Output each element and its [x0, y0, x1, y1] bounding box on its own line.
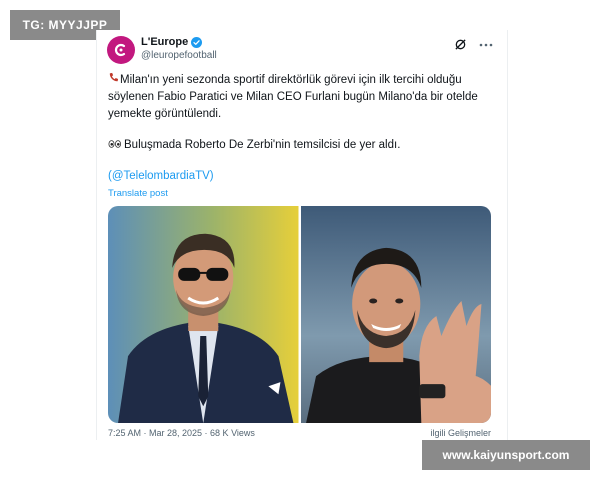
photo-paratici[interactable]: [108, 206, 299, 423]
media-grid: [108, 206, 491, 423]
verified-badge-icon: [191, 36, 203, 48]
tweet-card[interactable]: L'Europe @leuropefootball Milan'ın yeni …: [96, 30, 508, 440]
tweet-actions: [454, 38, 493, 51]
eyes-emoji-icon: [108, 137, 124, 154]
tweet-footer: 7:25 AM · Mar 28, 2025 · 68 K Views ilgi…: [108, 428, 491, 438]
author-row: L'Europe: [141, 36, 203, 48]
photo-de-zerbi[interactable]: [300, 206, 491, 423]
watermark-bottom-right: www.kaiyunsport.com: [422, 440, 590, 470]
author-name[interactable]: L'Europe: [141, 36, 188, 48]
phone-emoji-icon: [108, 72, 120, 89]
tweet-timestamp[interactable]: 7:25 AM · Mar 28, 2025 · 68 K Views: [108, 428, 255, 438]
leurope-logo-icon: [114, 43, 126, 57]
translate-link[interactable]: Translate post: [108, 188, 168, 199]
author-handle[interactable]: @leuropefootball: [141, 50, 217, 61]
tweet-paragraph-1-text: Milan'ın yeni sezonda sportif direktörlü…: [108, 74, 478, 120]
tweet-body: Milan'ın yeni sezonda sportif direktörlü…: [108, 72, 488, 154]
avatar[interactable]: [107, 36, 135, 64]
tweet-paragraph-2: Buluşmada Roberto De Zerbi'nin temsilcis…: [108, 137, 488, 154]
related-developments[interactable]: ilgili Gelişmeler: [430, 428, 491, 438]
grok-icon[interactable]: [454, 38, 467, 51]
tweet-paragraph-1: Milan'ın yeni sezonda sportif direktörlü…: [108, 72, 488, 123]
more-icon[interactable]: [479, 42, 493, 48]
mention-link[interactable]: (@TelelombardiaTV): [108, 170, 214, 182]
tweet-paragraph-2-text: Buluşmada Roberto De Zerbi'nin temsilcis…: [124, 139, 401, 151]
